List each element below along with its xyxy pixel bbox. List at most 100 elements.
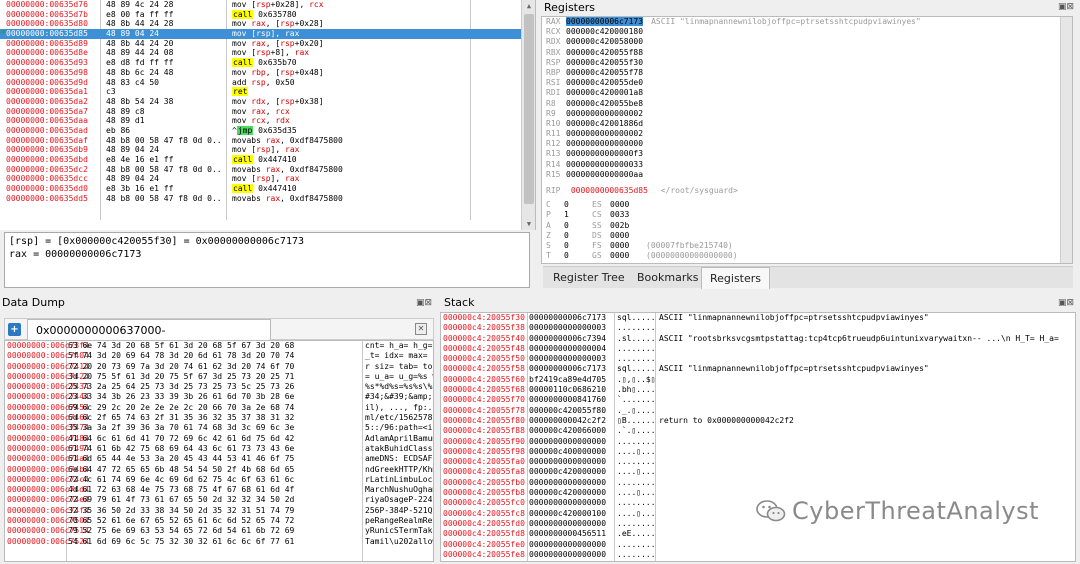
flag-row[interactable]: C 0 ES 0000 <box>546 200 1072 210</box>
dump-range-tab[interactable]: 0x0000000000637000-0x000000000080b000 <box>27 319 271 358</box>
stack-row[interactable]: 000000c4:20055f70 0000000000841760 `......… <box>441 395 1075 405</box>
disasm-row[interactable]: 00000000:00635da1 c3 ret <box>0 87 535 97</box>
register-r9[interactable]: R9 0000000000000002 <box>546 109 1072 119</box>
stack-row[interactable]: 000000c4:20055fe8 0000000000000000.......… <box>441 550 1075 560</box>
dump-row[interactable]: 00000000:006c7434 25 73 2a 25 64 25 73 3d… <box>5 382 433 392</box>
disasm-row[interactable]: 00000000:00635daa 48 89 d1 mov rcx, rdx <box>0 116 535 126</box>
dump-row[interactable]: 00000000:006c7454 69 6c 29 2c 20 2e 2e 2e… <box>5 403 433 413</box>
tab-registers[interactable]: Registers <box>701 267 771 289</box>
flag-row[interactable]: P 1 CS 0033 <box>546 210 1072 220</box>
disasm-row[interactable]: 00000000:00635d9d 48 83 c4 50 add rsp, 0x5… <box>0 78 535 88</box>
dump-row[interactable]: 00000000:006c7424 3d 20 75 5f 61 3d 20 75… <box>5 372 433 382</box>
scroll-up-icon[interactable]: ▲ <box>522 0 535 12</box>
register-rdx[interactable]: RDX 000000c420058000 <box>546 37 1072 47</box>
dump-row[interactable]: 00000000:006c74d4 4d 61 72 63 68 4e 75 73… <box>5 485 433 495</box>
disasm-row[interactable]: 00000000:00635dd5 48 b8 00 58 47 f8 0d 0.… <box>0 194 535 204</box>
register-r8[interactable]: R8 000000c420055be8 <box>546 99 1072 109</box>
register-r15[interactable]: R15 00000000000000aa <box>546 170 1072 180</box>
dump-row[interactable]: 00000000:006c7514 79 52 75 6e 69 63 53 54… <box>5 526 433 536</box>
register-rbx[interactable]: RBX 000000c420055f88 <box>546 48 1072 58</box>
dump-row[interactable]: 00000000:006c7444 23 33 34 3b 26 23 33 39… <box>5 392 433 402</box>
stack-row[interactable]: 000000c4:20055fb0 0000000000000000.......… <box>441 478 1075 488</box>
stack-row[interactable]: 000000c4:20055fe0 0000000000000000.......… <box>441 540 1075 550</box>
dump-row[interactable]: 00000000:006c7464 6d 6c 2f 65 74 63 2f 31… <box>5 413 433 423</box>
disasm-row[interactable]: 00000000:00635db9 48 89 04 24 mov [rsp], r… <box>0 145 535 155</box>
register-rax[interactable]: RAX 00000000006c7173 ASCII "linmapnannewni… <box>546 17 1072 27</box>
disasm-row[interactable]: ➜ 00000000:00635d85 48 89 04 24 mov [rsp], … <box>0 28 535 39</box>
register-rdi[interactable]: RDI 000000c4200001a8 <box>546 88 1072 98</box>
dump-row[interactable]: 00000000:006c74b4 6e 64 47 72 65 65 6b 48… <box>5 465 433 475</box>
dump-row[interactable]: 00000000:006c74a4 61 6d 65 44 4e 53 3a 20… <box>5 454 433 464</box>
disasm-row[interactable]: 00000000:00635dcc 48 89 04 24 mov [rsp], r… <box>0 174 535 184</box>
dump-row[interactable]: 00000000:006c73f4 63 6e 74 3d 20 68 5f 61… <box>5 341 433 351</box>
disasm-row[interactable]: 00000000:00635d98 48 8b 6c 24 48 mov rbp, … <box>0 68 535 78</box>
stack-row[interactable]: 000000c4:20055f50 0000000000000003.......… <box>441 354 1075 364</box>
stack-row[interactable]: 000000c4:20055f60 bf2419ca89e4d705 .▯,▯..$… <box>441 375 1075 385</box>
disasm-row[interactable]: 00000000:00635d7b e8 00 fa ff ff call 0x63… <box>0 9 535 20</box>
dump-row[interactable]: 00000000:006c74e4 72 69 79 61 4f 73 61 67… <box>5 495 433 505</box>
register-r13[interactable]: R13 00000000000000f3 <box>546 149 1072 159</box>
dump-row[interactable]: 00000000:006c7474 35 3a 3a 2f 39 36 3a 70… <box>5 423 433 433</box>
disasm-row[interactable]: 00000000:00635dd0 e8 3b 16 e1 ff call 0x44… <box>0 184 535 194</box>
dump-row[interactable]: 00000000:006c7504 70 65 52 61 6e 67 65 52… <box>5 516 433 526</box>
stack-row[interactable]: 000000c4:20055f58 00000000006c7173 sql....… <box>441 364 1075 374</box>
add-tab-icon[interactable]: + <box>8 323 21 336</box>
stack-row[interactable]: 000000c4:20055f90 0000000000000000.......… <box>441 437 1075 447</box>
register-rip[interactable]: RIP 0000000000635d85 </root/sysguard> <box>546 186 1072 196</box>
disasm-row[interactable]: 00000000:00635dad eb 86 ^jmp 0x635d35 <box>0 125 535 136</box>
stack-row[interactable]: 000000c4:20055f68 00000110c0686210 .bh▯...… <box>441 385 1075 395</box>
disasm-row[interactable]: 00000000:00635d93 e8 d8 fd ff ff call 0x63… <box>0 58 535 68</box>
register-r10[interactable]: R10 000000c42001886d <box>546 119 1072 129</box>
stack-row[interactable]: 000000c4:20055fa8 000000c420000000 ....▯..… <box>441 467 1075 477</box>
dump-row[interactable]: 00000000:006c74f4 32 35 36 50 2d 33 38 34… <box>5 506 433 516</box>
panel-float-close-icons[interactable]: ▣⊠ <box>416 298 432 308</box>
dump-row[interactable]: 00000000:006c74c4 72 4c 61 74 69 6e 4c 69… <box>5 475 433 485</box>
registers-scrollbar[interactable] <box>1060 17 1072 263</box>
disassembly-scrollbar[interactable]: ▲ ▼ <box>521 0 535 230</box>
flag-row[interactable]: Z 0 DS 0000 <box>546 231 1072 241</box>
scroll-down-icon[interactable]: ▼ <box>522 218 535 230</box>
stack-row[interactable]: 000000c4:20055f38 0000000000000003.......… <box>441 323 1075 333</box>
disasm-row[interactable]: 00000000:00635da2 48 8b 54 24 38 mov rdx, … <box>0 97 535 107</box>
register-rsp[interactable]: RSP 000000c420055f30 <box>546 58 1072 68</box>
stack-row[interactable]: 000000c4:20055f30 00000000006c7173 sql....… <box>441 313 1075 323</box>
register-rcx[interactable]: RCX 000000c420000180 <box>546 27 1072 37</box>
stack-row[interactable]: 000000c4:20055fa0 0000000000000000.......… <box>441 457 1075 467</box>
close-tab-icon[interactable]: ✕ <box>415 323 427 335</box>
stack-row[interactable]: 000000c4:20055f48 0000000000000004.......… <box>441 344 1075 354</box>
panel-float-close-icons[interactable]: ▣⊠ <box>1058 298 1074 308</box>
register-r14[interactable]: R14 0000000000000033 <box>546 160 1072 170</box>
scroll-thumb[interactable] <box>524 14 534 204</box>
register-r11[interactable]: R11 0000000000000002 <box>546 129 1072 139</box>
dump-row[interactable]: 00000000:006c7404 5f 74 3d 20 69 64 78 3d… <box>5 351 433 361</box>
disasm-row[interactable]: 00000000:00635dc2 48 b8 00 58 47 f8 0d 0.… <box>0 165 535 175</box>
dump-row[interactable]: 00000000:006c7414 72 20 20 73 69 7a 3d 20… <box>5 362 433 372</box>
register-rbp[interactable]: RBP 000000c420055f78 <box>546 68 1072 78</box>
stack-row[interactable]: 000000c4:20055fd8 0000000000456511 .eE....… <box>441 529 1075 539</box>
disasm-row[interactable]: 00000000:00635d89 48 8b 44 24 20 mov rax, … <box>0 39 535 49</box>
disasm-row[interactable]: 00000000:00635da7 48 89 c8 mov rax, rcx <box>0 107 535 117</box>
disasm-row[interactable]: 00000000:00635d76 48 89 4c 24 28 mov [rsp+… <box>0 0 535 10</box>
dump-row[interactable]: 00000000:006c7494 61 74 61 6b 42 75 68 69… <box>5 444 433 454</box>
stack-row[interactable]: 000000c4:20055f88 000000c420066000 .`.▯...… <box>441 426 1075 436</box>
disassembly-view[interactable]: 00000000:00635d76 48 89 4c 24 28 mov [rsp+… <box>0 0 536 230</box>
disasm-row[interactable]: 00000000:00635d80 48 8b 44 24 28 mov rax, … <box>0 19 535 29</box>
dump-row[interactable]: 00000000:006c7524 54 61 6d 69 6c 5c 75 32… <box>5 537 433 547</box>
data-dump-view[interactable]: 00000000:006c73f4 63 6e 74 3d 20 68 5f 61… <box>4 340 434 562</box>
flag-row[interactable]: T 0 GS 0000 (00000000000000000) <box>546 251 1072 261</box>
registers-view[interactable]: RAX 00000000006c7173 ASCII "linmapnannewni… <box>541 16 1073 264</box>
tab-register-tree[interactable]: Register Tree <box>545 267 633 289</box>
register-rsi[interactable]: RSI 000000c420055de0 <box>546 78 1072 88</box>
dump-row[interactable]: 00000000:006c7484 41 64 6c 61 6d 41 70 72… <box>5 434 433 444</box>
flag-row[interactable]: S 0 FS 0000 (00007fbfbe215740) <box>546 241 1072 251</box>
disasm-row[interactable]: 00000000:00635daf 48 b8 00 58 47 f8 0d 0.… <box>0 136 535 146</box>
stack-row[interactable]: 000000c4:20055f98 000000c400000000 ....▯..… <box>441 447 1075 457</box>
disasm-row[interactable]: 00000000:00635dbd e8 4e 16 e1 ff call 0x44… <box>0 155 535 165</box>
tab-bookmarks[interactable]: Bookmarks <box>629 267 706 289</box>
disasm-row[interactable]: 00000000:00635d8e 48 89 44 24 08 mov [rsp+… <box>0 48 535 58</box>
flag-row[interactable]: A 0 SS 002b <box>546 221 1072 231</box>
stack-row[interactable]: 000000c4:20055f78 000000c420055f80 ._.▯...… <box>441 406 1075 416</box>
register-r12[interactable]: R12 0000000000000000 <box>546 139 1072 149</box>
stack-row[interactable]: 000000c4:20055f40 00000000006c7394 .sl....… <box>441 334 1075 344</box>
panel-float-close-icons[interactable]: ▣⊠ <box>1058 2 1074 12</box>
